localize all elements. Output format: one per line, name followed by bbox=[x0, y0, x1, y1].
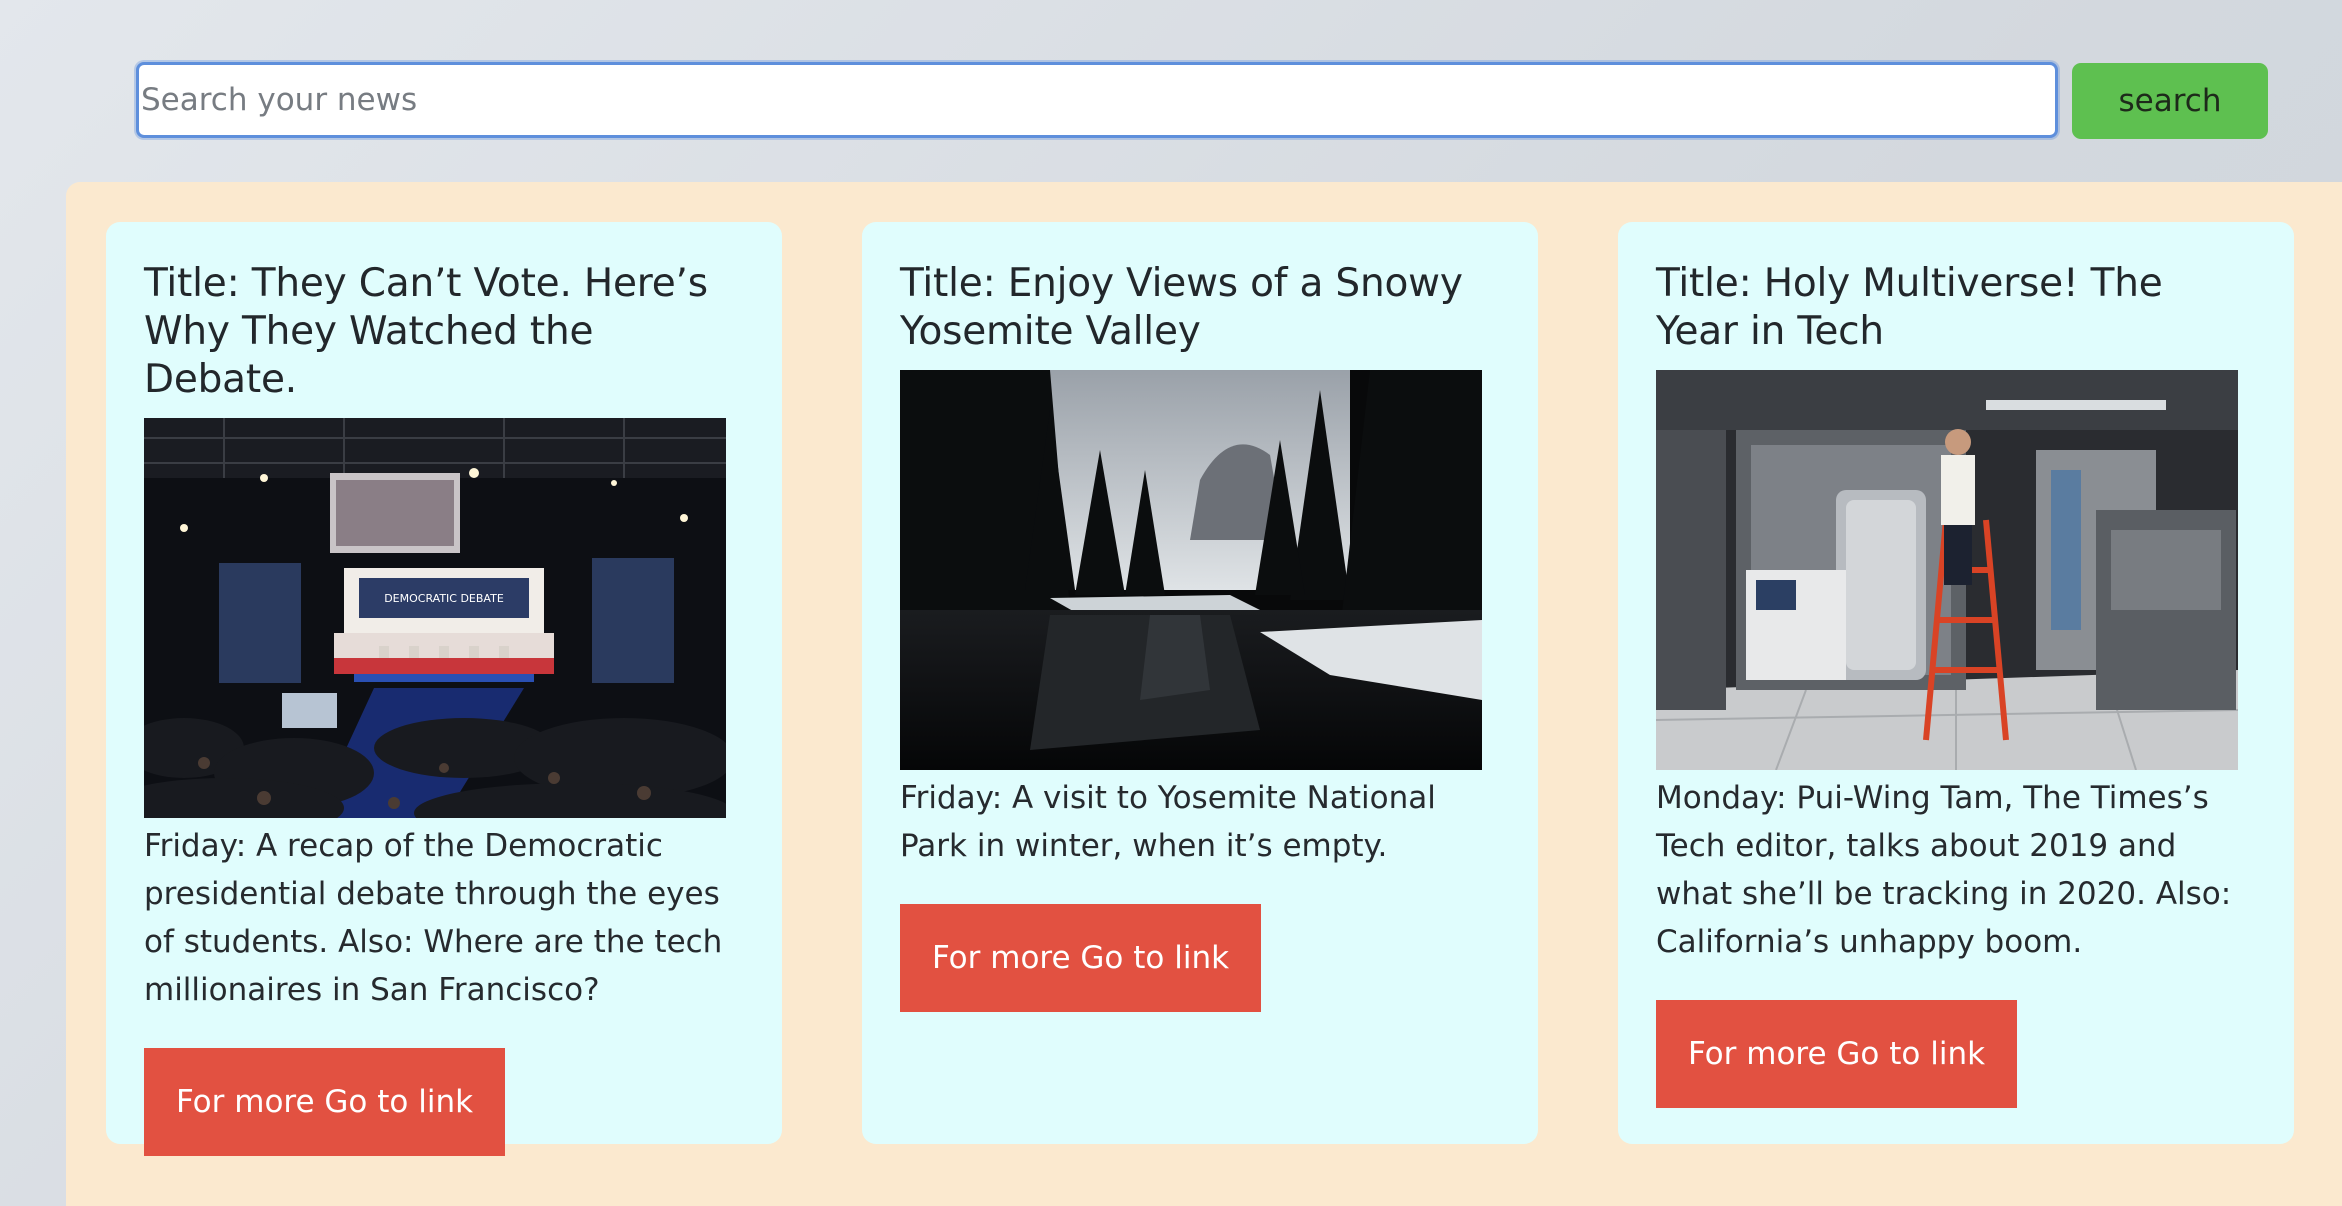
news-panel: Title: They Can’t Vote. Here’s Why They … bbox=[66, 182, 2342, 1206]
card-description: Monday: Pui-Wing Tam, The Times’s Tech e… bbox=[1656, 780, 2232, 960]
news-card: Title: Holy Multiverse! The Year in Tech bbox=[1618, 222, 2294, 1144]
yosemite-image bbox=[900, 370, 1482, 770]
search-button[interactable]: search bbox=[2072, 63, 2268, 139]
search-bar bbox=[136, 60, 2064, 140]
read-more-button[interactable]: For more Go to link bbox=[1656, 1000, 2017, 1108]
search-input[interactable] bbox=[136, 62, 2058, 138]
card-title: Title: Enjoy Views of a Snowy Yosemite V… bbox=[900, 261, 1463, 354]
card-description: Friday: A recap of the Democratic presid… bbox=[144, 828, 723, 1008]
quantum-lab-image bbox=[1656, 370, 2238, 770]
card-title: Title: Holy Multiverse! The Year in Tech bbox=[1656, 261, 2163, 354]
news-card: Title: They Can’t Vote. Here’s Why They … bbox=[106, 222, 782, 1156]
debate-stage-image: DEMOCRATIC DEBATE bbox=[144, 418, 726, 818]
news-card: Title: Enjoy Views of a Snowy Yosemite V… bbox=[862, 222, 1538, 1144]
card-title: Title: They Can’t Vote. Here’s Why They … bbox=[144, 261, 708, 402]
svg-text:DEMOCRATIC DEBATE: DEMOCRATIC DEBATE bbox=[384, 592, 504, 605]
card-description: Friday: A visit to Yosemite National Par… bbox=[900, 780, 1436, 864]
read-more-button[interactable]: For more Go to link bbox=[900, 904, 1261, 1012]
read-more-button[interactable]: For more Go to link bbox=[144, 1048, 505, 1156]
